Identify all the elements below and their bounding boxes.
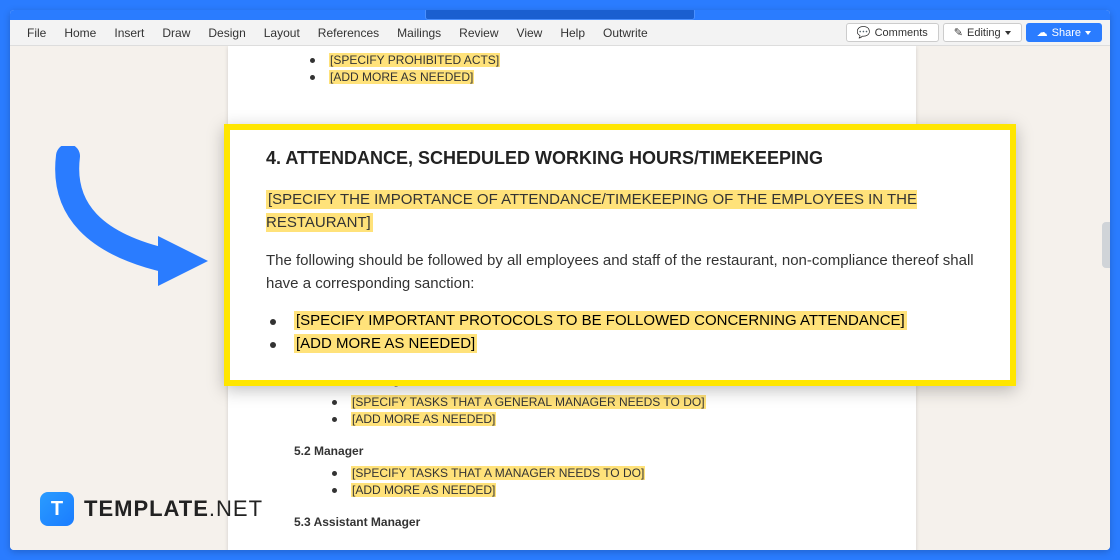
highlight-callout: 4. ATTENDANCE, SCHEDULED WORKING HOURS/T… <box>224 124 1016 386</box>
list-item: [SPECIFY PROHIBITED ACTS] <box>310 53 880 67</box>
menu-mailings[interactable]: Mailings <box>388 22 450 44</box>
list-item: [ADD MORE AS NEEDED] <box>332 412 880 426</box>
arrow-annotation-icon <box>48 146 218 296</box>
list-item: [ADD MORE AS NEEDED] <box>310 70 880 84</box>
chevron-down-icon <box>1005 31 1011 35</box>
editing-label: Editing <box>967 27 1001 39</box>
menu-review[interactable]: Review <box>450 22 507 44</box>
watermark-logo: T TEMPLATE.NET <box>40 492 263 526</box>
logo-icon: T <box>40 492 74 526</box>
share-icon <box>1037 26 1048 39</box>
menu-insert[interactable]: Insert <box>105 22 153 44</box>
placeholder-text: [ADD MORE AS NEEDED] <box>351 483 496 497</box>
menu-view[interactable]: View <box>508 22 552 44</box>
menu-bar: File Home Insert Draw Design Layout Refe… <box>10 20 1110 46</box>
placeholder-text: [ADD MORE AS NEEDED] <box>329 70 474 84</box>
bullet-icon <box>332 400 337 405</box>
placeholder-text: [SPECIFY THE IMPORTANCE OF ATTENDANCE/TI… <box>266 190 917 232</box>
bullet-icon <box>332 417 337 422</box>
menu-design[interactable]: Design <box>199 22 254 44</box>
bullet-icon <box>270 319 276 325</box>
list-item: [SPECIFY TASKS THAT A MANAGER NEEDS TO D… <box>332 466 880 480</box>
logo-text: TEMPLATE.NET <box>84 496 263 522</box>
placeholder-text: [ADD MORE AS NEEDED] <box>351 412 496 426</box>
menu-home[interactable]: Home <box>55 22 105 44</box>
pencil-icon <box>954 26 963 39</box>
bullet-icon <box>332 488 337 493</box>
menu-file[interactable]: File <box>18 22 55 44</box>
menu-outwrite[interactable]: Outwrite <box>594 22 657 44</box>
list-item: [SPECIFY TASKS THAT A GENERAL MANAGER NE… <box>332 395 880 409</box>
comments-button[interactable]: Comments <box>846 23 939 42</box>
callout-paragraph: The following should be followed by all … <box>266 250 974 295</box>
list-item: [ADD MORE AS NEEDED] <box>266 334 974 353</box>
section-5-3-heading: 5.3 Assistant Manager <box>294 515 880 529</box>
bullet-icon <box>310 58 315 63</box>
placeholder-text: [SPECIFY IMPORTANT PROTOCOLS TO BE FOLLO… <box>294 311 907 330</box>
editing-button[interactable]: Editing <box>943 23 1022 42</box>
callout-heading: 4. ATTENDANCE, SCHEDULED WORKING HOURS/T… <box>266 148 974 169</box>
placeholder-text: [ADD MORE AS NEEDED] <box>294 334 477 353</box>
document-canvas[interactable]: [SPECIFY PROHIBITED ACTS] [ADD MORE AS N… <box>10 46 1110 550</box>
comment-icon <box>857 26 871 39</box>
placeholder-text: [SPECIFY PROHIBITED ACTS] <box>329 53 500 67</box>
menu-references[interactable]: References <box>309 22 388 44</box>
comments-label: Comments <box>875 27 928 39</box>
section-5-2-heading: 5.2 Manager <box>294 444 880 458</box>
menu-draw[interactable]: Draw <box>153 22 199 44</box>
title-bar <box>10 10 1110 20</box>
share-label: Share <box>1052 27 1081 39</box>
bullet-icon <box>310 75 315 80</box>
bullet-icon <box>270 342 276 348</box>
scroll-indicator[interactable] <box>1102 222 1110 268</box>
placeholder-text: [SPECIFY TASKS THAT A MANAGER NEEDS TO D… <box>351 466 645 480</box>
share-button[interactable]: Share <box>1026 23 1102 42</box>
chevron-down-icon <box>1085 31 1091 35</box>
list-item: [ADD MORE AS NEEDED] <box>332 483 880 497</box>
bullet-icon <box>332 471 337 476</box>
title-search-pill[interactable] <box>425 10 695 20</box>
menu-layout[interactable]: Layout <box>255 22 309 44</box>
app-window: File Home Insert Draw Design Layout Refe… <box>10 10 1110 550</box>
menu-help[interactable]: Help <box>551 22 594 44</box>
placeholder-text: [SPECIFY TASKS THAT A GENERAL MANAGER NE… <box>351 395 706 409</box>
list-item: [SPECIFY IMPORTANT PROTOCOLS TO BE FOLLO… <box>266 311 974 330</box>
